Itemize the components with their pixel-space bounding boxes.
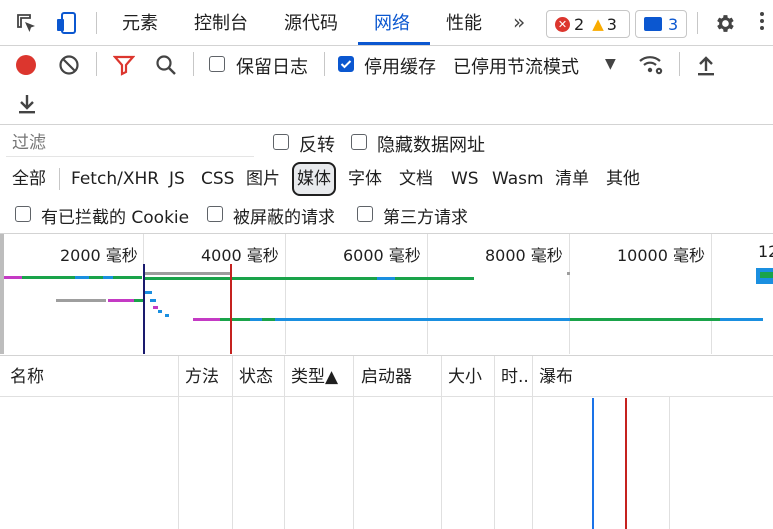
blocked-cookies-label: 有已拦截的 Cookie <box>41 208 190 228</box>
blocked-requests-checkbox[interactable] <box>207 206 223 222</box>
message-icon <box>644 17 662 31</box>
type-filter-doc[interactable]: 文档 <box>399 164 433 194</box>
overview-request-bar <box>153 306 158 309</box>
type-filter-fetch-xhr[interactable]: Fetch/XHR <box>71 164 159 194</box>
overview-request-bar <box>720 318 763 321</box>
throttling-dropdown-icon[interactable]: ▼ <box>605 56 616 72</box>
blocked-cookies-checkbox[interactable] <box>15 206 31 222</box>
error-icon: ✕ <box>555 16 570 32</box>
column-initiator[interactable]: 启动器 <box>361 356 412 396</box>
overview-request-bar <box>103 276 113 279</box>
tab-console[interactable]: 控制台 <box>194 0 248 44</box>
third-party-label: 第三方请求 <box>383 208 468 228</box>
overview-request-bar <box>150 299 156 302</box>
overview-request-bar <box>4 276 22 279</box>
inspect-element-icon[interactable] <box>16 13 38 35</box>
overview-request-marker <box>760 272 773 278</box>
type-filter-css[interactable]: CSS <box>201 164 234 194</box>
error-count: 2 <box>574 14 585 34</box>
waterfall-load-line <box>625 398 627 529</box>
hide-data-urls-label: 隐藏数据网址 <box>377 135 485 156</box>
filter-icon[interactable] <box>113 54 135 76</box>
timeline-tick: 10000 毫秒 <box>617 246 705 265</box>
overview-request-marker <box>567 272 570 275</box>
type-filter-wasm[interactable]: Wasm <box>492 164 544 194</box>
column-status[interactable]: 状态 <box>239 356 273 396</box>
device-toolbar-icon[interactable] <box>55 11 79 35</box>
invert-label: 反转 <box>299 135 335 156</box>
overview-request-bar <box>570 318 720 321</box>
third-party-checkbox[interactable] <box>357 206 373 222</box>
overview-request-bar <box>108 299 134 302</box>
export-har-icon[interactable] <box>17 92 37 114</box>
type-filter-js[interactable]: JS <box>169 164 185 194</box>
type-filter-img[interactable]: 图片 <box>246 164 280 194</box>
timeline-tick: 8000 毫秒 <box>485 246 563 265</box>
overview-request-bar <box>144 272 230 275</box>
overview-request-bar <box>56 299 106 302</box>
column-type[interactable]: 类型▲ <box>291 356 338 396</box>
network-conditions-icon[interactable] <box>638 52 664 76</box>
overview-request-bar <box>144 291 152 294</box>
messages-badge[interactable]: 3 <box>635 10 687 38</box>
settings-gear-icon[interactable] <box>713 12 736 35</box>
disable-cache-checkbox[interactable] <box>338 56 354 72</box>
disable-cache-label: 停用缓存 <box>364 57 436 78</box>
overview-request-bar <box>250 318 262 321</box>
overview-request-bar <box>220 318 275 321</box>
overview-request-bar <box>158 310 162 313</box>
message-count: 3 <box>668 14 679 34</box>
more-tabs-icon[interactable]: » <box>513 10 525 34</box>
type-filter-ws[interactable]: WS <box>451 164 479 194</box>
overview-request-bar <box>377 277 395 280</box>
overview-request-bar <box>144 277 474 280</box>
type-filter-all[interactable]: 全部 <box>12 164 46 194</box>
type-filter-other[interactable]: 其他 <box>606 164 640 194</box>
load-event-line <box>230 264 232 354</box>
dom-content-loaded-line <box>143 264 145 354</box>
active-tab-underline <box>358 42 430 45</box>
column-time[interactable]: 时.. <box>501 356 529 396</box>
network-toolbar: 保留日志 停用缓存 已停用节流模式 ▼ <box>0 46 773 125</box>
throttling-select[interactable]: 已停用节流模式 <box>453 53 579 79</box>
hide-data-urls-checkbox[interactable] <box>351 134 367 150</box>
overview-request-bar <box>165 314 169 317</box>
waterfall-dom-content-loaded-line <box>592 398 594 529</box>
column-method[interactable]: 方法 <box>185 356 219 396</box>
column-waterfall[interactable]: 瀑布 <box>539 356 573 396</box>
filter-input[interactable] <box>6 129 254 157</box>
overview-request-bar <box>75 276 89 279</box>
devtools-toolbar: 元素 控制台 源代码 网络 性能 » ✕ 2 ▲ 3 3 <box>0 0 773 46</box>
clear-icon[interactable] <box>58 54 80 76</box>
timeline-tick: 6000 毫秒 <box>343 246 421 265</box>
preserve-log-checkbox[interactable] <box>209 56 225 72</box>
invert-checkbox[interactable] <box>273 134 289 150</box>
blocked-requests-label: 被屏蔽的请求 <box>233 208 335 228</box>
warning-icon: ▲ <box>592 15 604 33</box>
search-icon[interactable] <box>154 53 178 77</box>
type-filter-manifest[interactable]: 清单 <box>555 164 589 194</box>
tab-elements[interactable]: 元素 <box>122 0 158 44</box>
timeline-tick: 2000 毫秒 <box>60 246 138 265</box>
preserve-log-label: 保留日志 <box>236 57 308 78</box>
tab-network[interactable]: 网络 <box>374 0 410 44</box>
issues-badge[interactable]: ✕ 2 ▲ 3 <box>546 10 630 38</box>
column-name[interactable]: 名称 <box>10 356 44 396</box>
column-size[interactable]: 大小 <box>448 356 482 396</box>
tab-performance[interactable]: 性能 <box>446 0 482 44</box>
record-button[interactable] <box>16 55 36 75</box>
warning-count: 3 <box>606 14 617 34</box>
type-filter-media[interactable]: 媒体 <box>292 162 336 196</box>
type-filter-font[interactable]: 字体 <box>348 164 382 194</box>
import-har-icon[interactable] <box>696 54 716 76</box>
timeline-tick: 4000 毫秒 <box>201 246 279 265</box>
tab-sources[interactable]: 源代码 <box>284 0 338 44</box>
more-options-icon[interactable] <box>760 12 764 30</box>
overview-request-bar <box>275 318 570 321</box>
timeline-tick: 12 <box>758 242 773 261</box>
overview-request-bar <box>193 318 220 321</box>
